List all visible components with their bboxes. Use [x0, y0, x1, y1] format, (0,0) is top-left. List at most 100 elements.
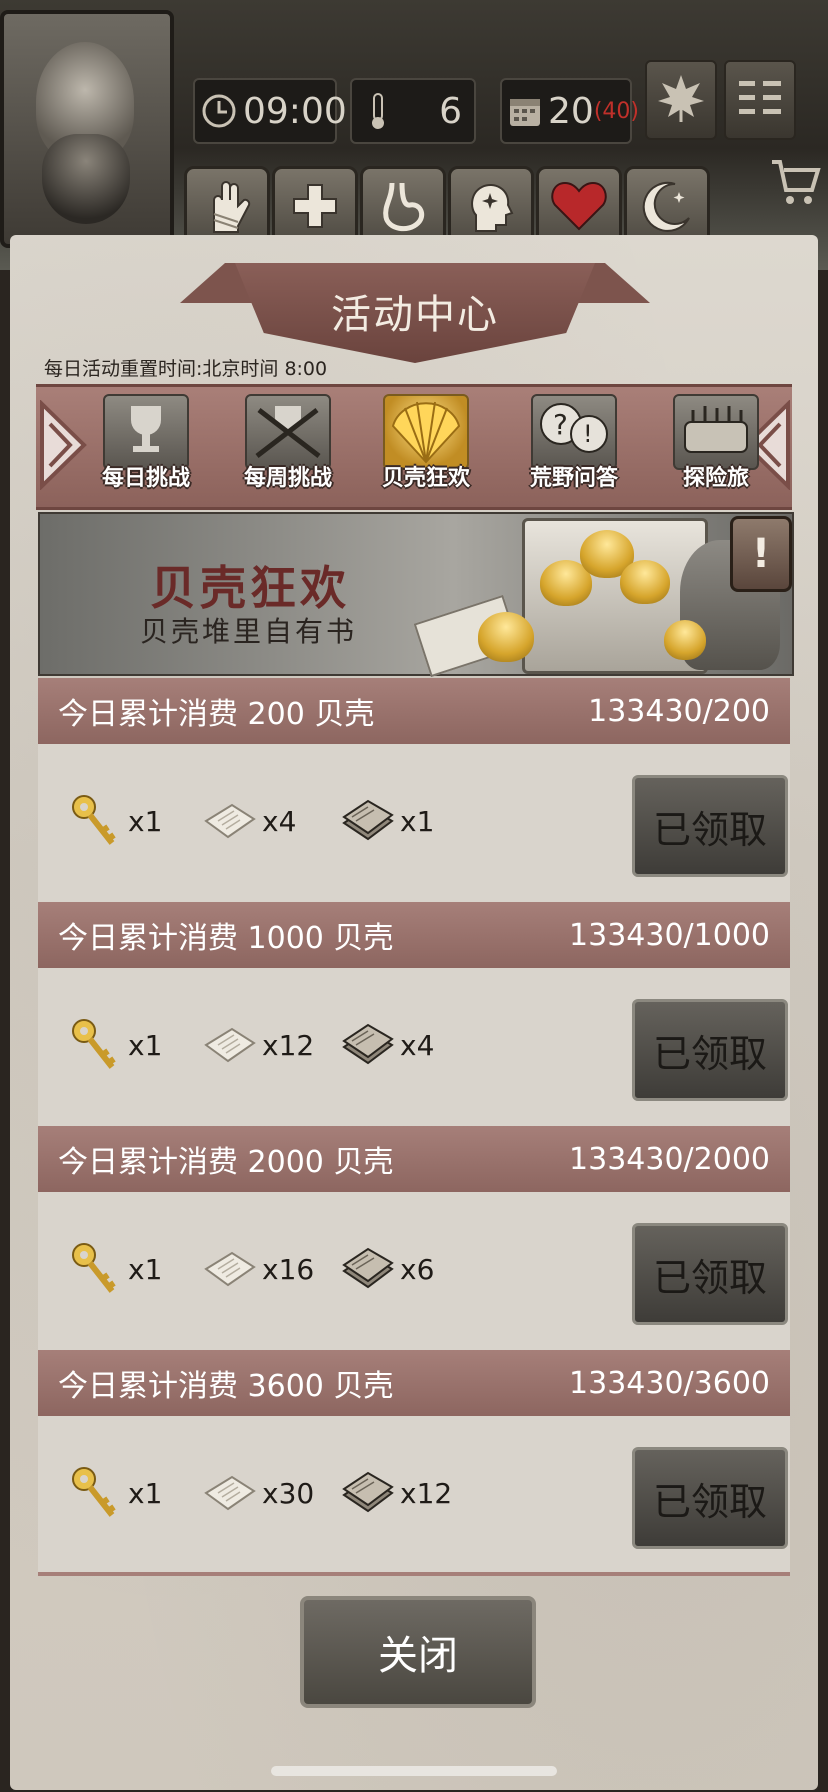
- close-button[interactable]: 关闭: [300, 1596, 536, 1708]
- tab-shell-carnival[interactable]: 贝壳狂欢: [382, 392, 470, 496]
- claimed-button[interactable]: 已领取: [632, 999, 788, 1101]
- reward-progress: 133430/1000: [569, 917, 770, 953]
- paper-icon: [204, 1251, 256, 1287]
- cross-icon: [290, 181, 340, 235]
- reward-qty: x1: [128, 1252, 163, 1286]
- reward-qty: x12: [262, 1028, 315, 1062]
- reward-item: x12: [202, 1017, 314, 1073]
- tab-label: 荒野问答: [530, 466, 619, 491]
- character-portrait[interactable]: [0, 10, 174, 248]
- reward-item: x4: [340, 1017, 434, 1073]
- chevron-left-icon: [40, 399, 87, 491]
- exclamation-icon: !: [751, 531, 771, 577]
- book-stack-icon: [342, 1471, 394, 1513]
- event-info-button[interactable]: !: [730, 516, 792, 592]
- leaf-icon: [658, 73, 704, 127]
- claimed-button[interactable]: 已领取: [632, 1447, 788, 1549]
- reward-progress: 133430/2000: [569, 1141, 770, 1177]
- heart-icon: [551, 181, 607, 235]
- reward-title: 今日累计消费 200 贝壳: [58, 697, 375, 732]
- reward-header: 今日累计消费 2000 贝壳 133430/2000: [38, 1126, 790, 1192]
- menu-button[interactable]: [724, 60, 796, 140]
- reward-qty: x30: [262, 1476, 315, 1510]
- reward-header: 今日累计消费 1000 贝壳 133430/1000: [38, 902, 790, 968]
- time-display: 09:00: [193, 78, 347, 144]
- day-value: 20: [548, 90, 594, 132]
- tab-weekly-challenge[interactable]: 每周挑战: [244, 392, 332, 496]
- reward-item: x4: [202, 793, 296, 849]
- tab-label: 每日挑战: [102, 466, 191, 491]
- reward-item: x16: [202, 1241, 314, 1297]
- reward-item: x12: [340, 1465, 452, 1521]
- tab-daily-challenge[interactable]: 每日挑战: [102, 392, 190, 496]
- claimed-button[interactable]: 已领取: [632, 775, 788, 877]
- gold-key-icon: [72, 1467, 116, 1517]
- tab-scroll-left[interactable]: [38, 399, 88, 491]
- clock-icon: [201, 91, 237, 131]
- cart-icon: [770, 160, 822, 212]
- reward-qty: x6: [400, 1252, 435, 1286]
- reward-item: x1: [68, 1241, 162, 1297]
- reward-qty: x4: [262, 804, 297, 838]
- book-stack-icon: [342, 1247, 394, 1289]
- reward-qty: x1: [128, 1476, 163, 1510]
- reward-qty: x16: [262, 1252, 315, 1286]
- menu-icon: [737, 77, 783, 123]
- day-counter: 20 (40): [500, 78, 639, 144]
- crossed-swords-trophy-icon: [245, 394, 331, 470]
- banner-subtitle: 贝壳堆里自有书: [140, 615, 358, 648]
- season-leaf-button[interactable]: [645, 60, 717, 140]
- reward-qty: x1: [128, 1028, 163, 1062]
- time-value: 09:00: [243, 90, 347, 132]
- list-bottom-divider: [38, 1572, 790, 1576]
- reward-header: 今日累计消费 200 贝壳 133430/200: [38, 678, 790, 744]
- gold-key-icon: [72, 1019, 116, 1069]
- reward-item: x30: [202, 1465, 314, 1521]
- tab-expedition[interactable]: 探险旅: [672, 392, 760, 496]
- question-bubbles-icon: ?!: [531, 394, 617, 470]
- reward-progress: 133430/200: [588, 693, 770, 729]
- reward-qty: x1: [128, 804, 163, 838]
- tab-label: 贝壳狂欢: [382, 466, 471, 491]
- reward-item: x1: [68, 1465, 162, 1521]
- shop-cart-button[interactable]: [770, 156, 822, 212]
- stomach-icon: [378, 179, 428, 237]
- tab-label: 每周挑战: [244, 466, 333, 491]
- page-title: 活动中心: [331, 292, 499, 338]
- svg-text:?: ?: [553, 408, 568, 441]
- gold-key-icon: [72, 795, 116, 845]
- reward-qty: x4: [400, 1028, 435, 1062]
- gold-shell-decoration: [478, 612, 534, 662]
- claimed-button[interactable]: 已领取: [632, 1223, 788, 1325]
- gold-shell-decoration: [664, 620, 706, 660]
- reward-item: x1: [68, 793, 162, 849]
- trophy-icon: [103, 394, 189, 470]
- day-max: (40): [593, 98, 639, 124]
- calendar-icon: [508, 91, 542, 131]
- temperature-display: 6: [350, 78, 476, 144]
- book-stack-icon: [342, 1023, 394, 1065]
- bandaged-hand-icon: [202, 178, 252, 238]
- reward-title: 今日累计消费 3600 贝壳: [58, 1369, 394, 1404]
- reward-title: 今日累计消费 2000 贝壳: [58, 1145, 394, 1180]
- temperature-value: 6: [439, 90, 462, 132]
- expedition-icon: [673, 394, 759, 470]
- reward-item: x1: [68, 1017, 162, 1073]
- paper-icon: [204, 803, 256, 839]
- reward-progress: 133430/3600: [569, 1365, 770, 1401]
- paper-icon: [204, 1475, 256, 1511]
- reset-notice: 每日活动重置时间:北京时间 8:00: [44, 358, 328, 380]
- tab-wild-quiz[interactable]: ?! 荒野问答: [530, 392, 618, 496]
- reward-title: 今日累计消费 1000 贝壳: [58, 921, 394, 956]
- gold-shell-decoration: [620, 560, 670, 604]
- gold-key-icon: [72, 1243, 116, 1293]
- book-stack-icon: [342, 799, 394, 841]
- thermometer-icon: [358, 91, 398, 131]
- banner-title: 贝壳狂欢: [150, 561, 350, 615]
- moon-icon: [641, 180, 693, 236]
- shell-icon: [383, 394, 469, 470]
- portrait-beard: [42, 134, 130, 224]
- svg-text:!: !: [583, 420, 593, 448]
- reward-header: 今日累计消费 3600 贝壳 133430/3600: [38, 1350, 790, 1416]
- home-indicator[interactable]: [271, 1766, 557, 1776]
